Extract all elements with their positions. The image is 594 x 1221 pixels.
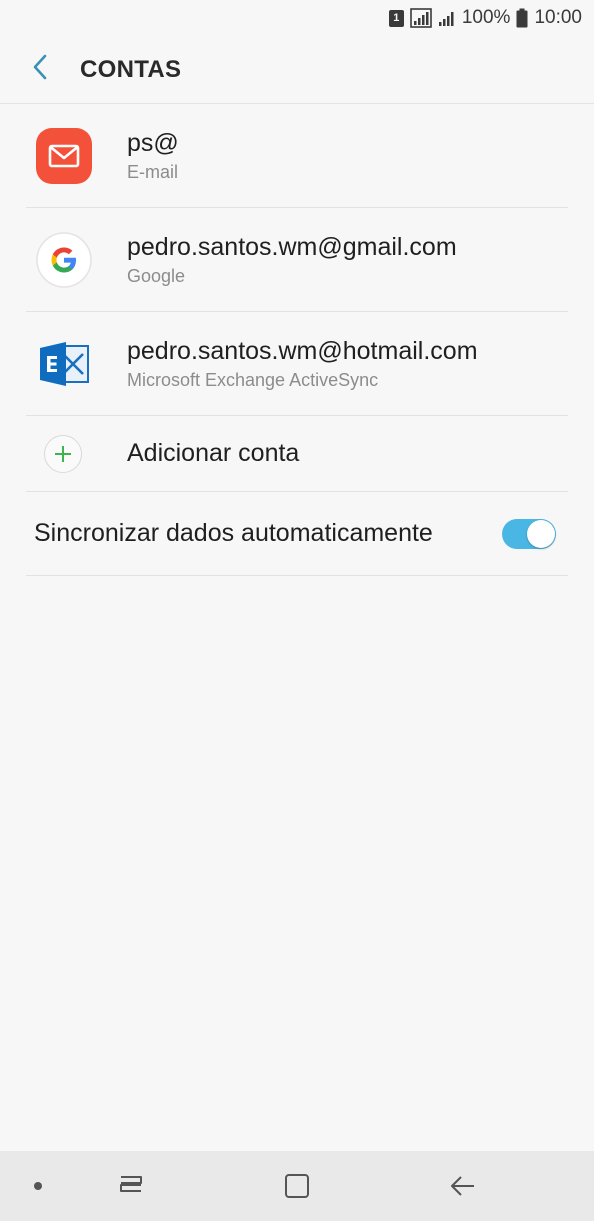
- toggle-knob: [527, 519, 555, 548]
- battery-icon: [516, 8, 528, 28]
- account-item-google[interactable]: pedro.santos.wm@gmail.com Google: [26, 208, 568, 312]
- clock: 10:00: [534, 7, 582, 28]
- account-type: Google: [127, 266, 186, 286]
- sim-card-icon: 1: [388, 9, 404, 27]
- plus-icon: [44, 434, 82, 473]
- signal-strength-icon: [438, 9, 456, 27]
- auto-sync-label: Sincronizar dados automaticamente: [34, 519, 433, 547]
- account-item-email[interactable]: ps@ E-mail: [26, 104, 568, 208]
- add-account-button[interactable]: Adicionar conta: [26, 416, 568, 492]
- accounts-list: ps@ E-mail pedro.santos.wm@gmail.com Goo…: [0, 104, 594, 576]
- back-button[interactable]: [0, 36, 80, 104]
- recents-icon[interactable]: [106, 1151, 156, 1221]
- account-name: ps@: [127, 129, 179, 157]
- navigation-bar: [0, 1151, 594, 1221]
- account-text: pedro.santos.wm@gmail.com Google: [127, 232, 457, 288]
- auto-sync-row: Sincronizar dados automaticamente: [26, 492, 568, 576]
- account-type: E-mail: [127, 162, 179, 182]
- screen: 1 100% 10:00 CONTAS ps@ E-mail pedro.san…: [0, 0, 594, 1221]
- account-name: pedro.santos.wm@hotmail.com: [127, 337, 478, 365]
- signal-strength-icon: [410, 8, 432, 28]
- account-text: ps@ E-mail: [127, 128, 179, 184]
- chevron-left-icon: [31, 54, 49, 85]
- battery-percent: 100%: [461, 7, 511, 28]
- account-text: pedro.santos.wm@hotmail.com Microsoft Ex…: [127, 336, 478, 392]
- email-app-icon: [36, 127, 92, 184]
- account-type: Microsoft Exchange ActiveSync: [127, 370, 379, 390]
- status-bar: 1 100% 10:00: [0, 0, 594, 36]
- home-icon[interactable]: [272, 1151, 322, 1221]
- dot-icon[interactable]: [18, 1151, 58, 1221]
- google-icon: [36, 231, 92, 288]
- add-account-label: Adicionar conta: [127, 439, 300, 467]
- account-name: pedro.santos.wm@gmail.com: [127, 233, 457, 261]
- page-title: CONTAS: [80, 55, 182, 83]
- exchange-icon: [36, 336, 92, 392]
- back-arrow-icon[interactable]: [438, 1151, 488, 1221]
- auto-sync-toggle[interactable]: [502, 518, 556, 549]
- account-item-exchange[interactable]: pedro.santos.wm@hotmail.com Microsoft Ex…: [26, 312, 568, 416]
- app-bar: CONTAS: [0, 36, 594, 104]
